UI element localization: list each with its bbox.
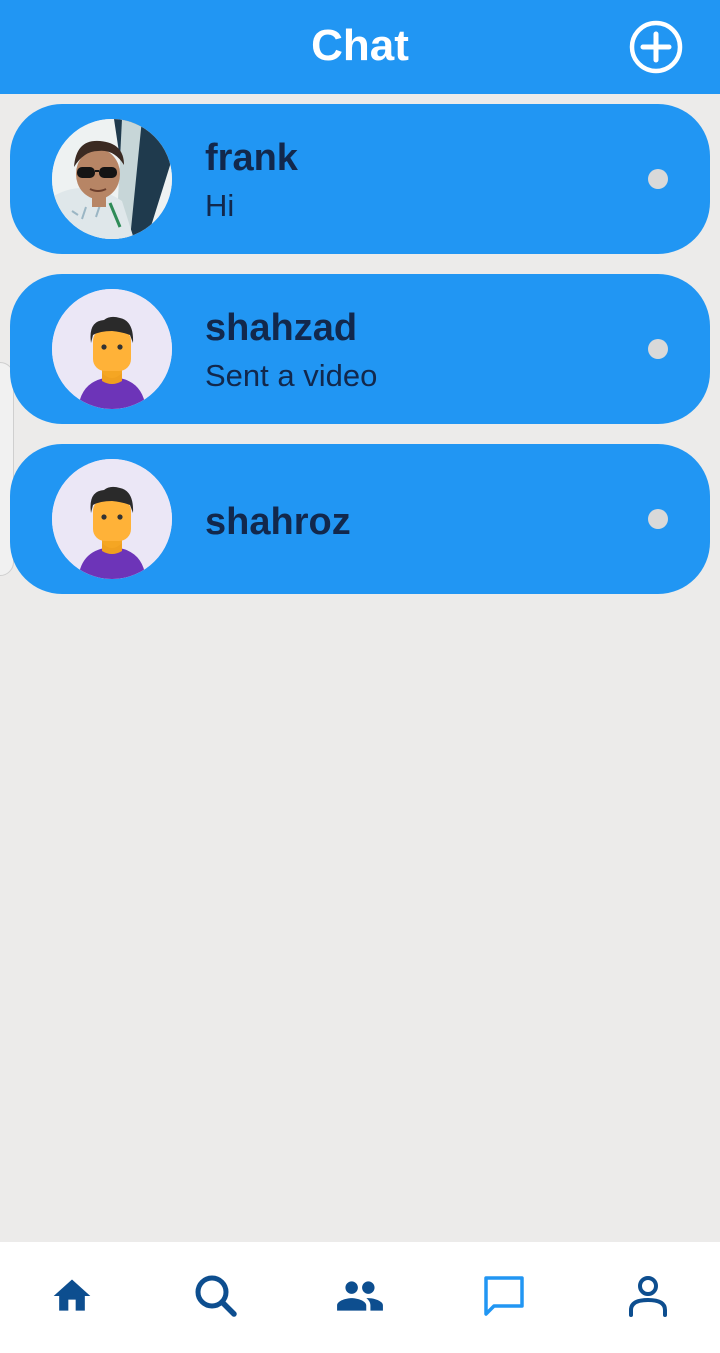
person-icon bbox=[629, 1276, 667, 1317]
chat-item-shahroz[interactable]: shahroz bbox=[10, 444, 710, 594]
nav-chat[interactable] bbox=[472, 1264, 536, 1328]
nav-people[interactable] bbox=[328, 1264, 392, 1328]
add-chat-button[interactable] bbox=[628, 19, 684, 75]
chat-icon bbox=[484, 1276, 524, 1316]
avatar bbox=[52, 459, 172, 579]
search-icon bbox=[195, 1275, 237, 1317]
chat-list: frank Hi shahzad Sent a video shahroz bbox=[10, 104, 710, 614]
chat-last-message: Sent a video bbox=[205, 358, 378, 393]
bottom-navigation bbox=[0, 1242, 720, 1353]
avatar bbox=[52, 119, 172, 239]
chat-name: frank bbox=[205, 137, 298, 179]
nav-search[interactable] bbox=[184, 1264, 248, 1328]
chat-last-message: Hi bbox=[205, 188, 235, 223]
home-icon bbox=[53, 1279, 91, 1311]
page-title: Chat bbox=[311, 21, 409, 70]
default-person-avatar bbox=[52, 459, 172, 579]
chat-name: shahzad bbox=[205, 307, 358, 349]
chat-item-frank[interactable]: frank Hi bbox=[10, 104, 710, 254]
app-header: Chat bbox=[0, 0, 720, 94]
people-icon bbox=[337, 1281, 383, 1311]
avatar bbox=[52, 289, 172, 409]
default-person-avatar bbox=[52, 289, 172, 409]
chat-item-shahzad[interactable]: shahzad Sent a video bbox=[10, 274, 710, 424]
nav-profile[interactable] bbox=[616, 1264, 680, 1328]
add-circle-icon bbox=[629, 20, 683, 74]
nav-home[interactable] bbox=[40, 1264, 104, 1328]
status-dot bbox=[648, 339, 668, 359]
chat-name: shahroz bbox=[205, 501, 351, 543]
status-dot bbox=[648, 169, 668, 189]
status-dot bbox=[648, 509, 668, 529]
photo-avatar bbox=[52, 119, 172, 239]
